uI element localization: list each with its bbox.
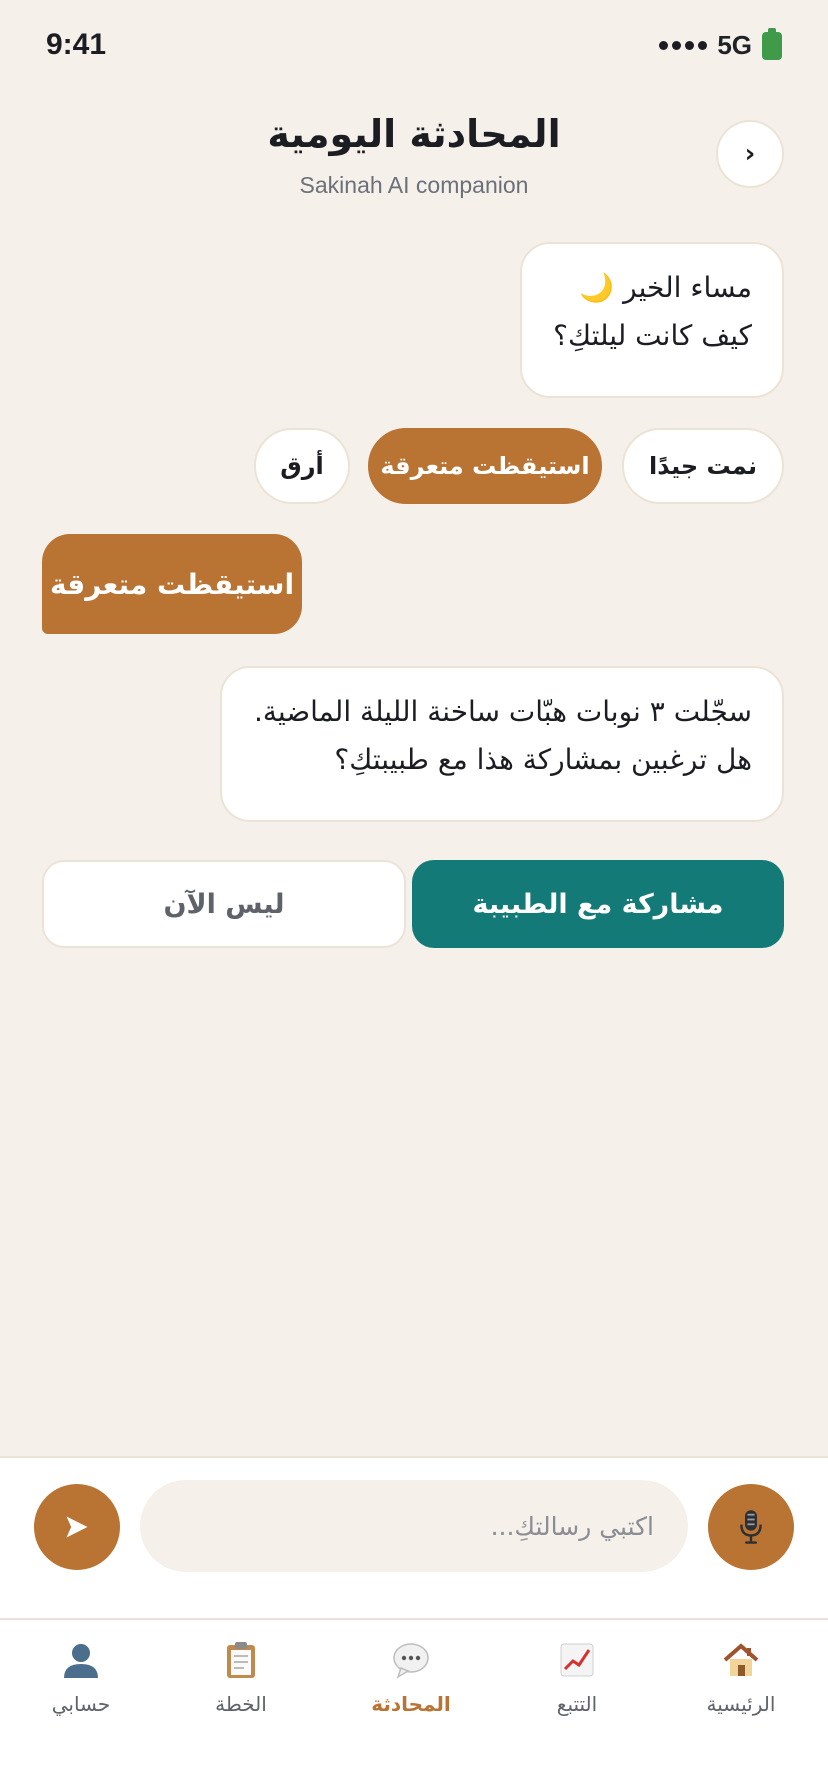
send-button[interactable]	[34, 1484, 120, 1570]
tab-home-label: الرئيسية	[706, 1692, 776, 1716]
battery-icon	[762, 27, 782, 60]
tab-plan[interactable]: الخطة	[166, 1638, 316, 1738]
quick-reply-insomnia[interactable]: أرق	[254, 428, 350, 504]
page-title: المحادثة اليومية	[267, 112, 561, 156]
tab-track-label: التتبع	[556, 1692, 598, 1716]
status-indicators: 5G	[659, 27, 782, 61]
tab-track[interactable]: التتبع	[502, 1638, 652, 1738]
send-icon	[66, 1516, 88, 1538]
tab-chat[interactable]: المحادثة	[336, 1638, 486, 1738]
signal-dots-icon	[659, 41, 708, 50]
tab-account[interactable]: حسابي	[6, 1638, 156, 1738]
clipboard-icon	[219, 1638, 263, 1682]
quick-reply-slept-well[interactable]: نمت جيدًا	[622, 428, 784, 504]
status-time: 9:41	[46, 28, 107, 61]
share-with-doctor-button[interactable]: مشاركة مع الطبيبة	[412, 860, 784, 948]
page-subtitle: Sakinah AI companion	[299, 172, 529, 198]
quick-reply-woke-sweaty[interactable]: استيقظت متعرقة	[368, 428, 602, 504]
bot-line-1: سجّلت ٣ نوبات هبّات ساخنة الليلة الماضية…	[253, 695, 752, 728]
microphone-icon	[740, 1510, 762, 1544]
user-icon	[59, 1638, 103, 1682]
tab-account-label: حسابي	[51, 1692, 111, 1716]
not-now-button[interactable]: ليس الآن	[42, 860, 406, 948]
bottom-tab-bar: الرئيسية التتبع المحادثة الخطة حسابي	[0, 1618, 828, 1792]
header: المحادثة اليومية Sakinah AI companion ›	[0, 100, 828, 210]
bot-message-greeting: مساء الخير 🌙 كيف كانت ليلتكِ؟	[520, 242, 784, 398]
message-composer	[0, 1456, 828, 1618]
bot-message-hot-flashes: سجّلت ٣ نوبات هبّات ساخنة الليلة الماضية…	[220, 666, 784, 822]
tab-home[interactable]: الرئيسية	[666, 1638, 816, 1738]
chevron-right-icon: ›	[744, 139, 756, 169]
chart-trend-icon	[555, 1638, 599, 1682]
user-message: استيقظت متعرقة	[42, 534, 302, 634]
status-bar: 9:41 5G	[0, 0, 828, 92]
chat-bubble-icon	[389, 1638, 433, 1682]
house-icon	[719, 1638, 763, 1682]
greeting-line-1: مساء الخير 🌙	[579, 271, 752, 304]
message-input[interactable]	[140, 1480, 688, 1572]
bot-line-2: هل ترغبين بمشاركة هذا مع طبيبتكِ؟	[334, 743, 752, 776]
network-label: 5G	[717, 30, 752, 60]
microphone-button[interactable]	[708, 1484, 794, 1570]
greeting-line-2: كيف كانت ليلتكِ؟	[553, 319, 752, 352]
tab-chat-label: المحادثة	[371, 1692, 451, 1716]
back-button[interactable]: ›	[716, 120, 784, 188]
tab-plan-label: الخطة	[215, 1692, 267, 1716]
